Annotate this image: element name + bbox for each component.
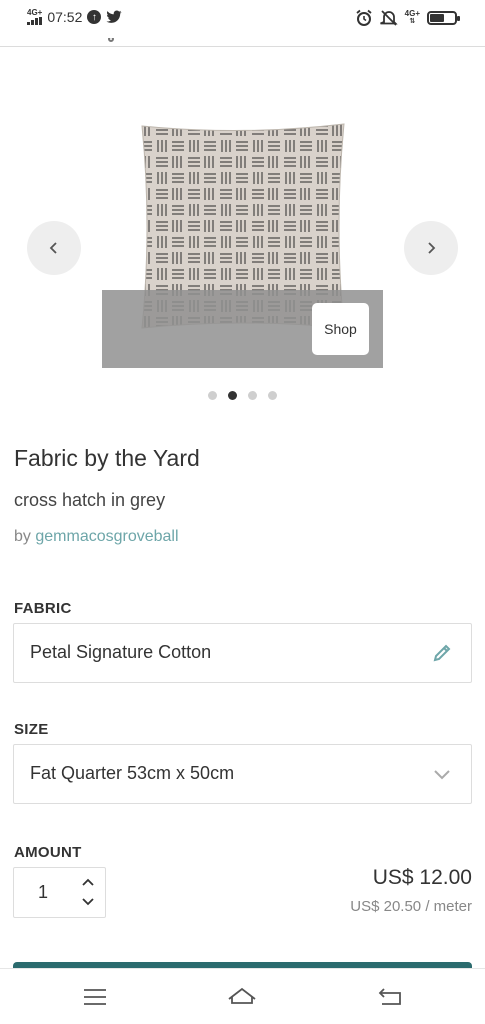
home-icon[interactable] bbox=[227, 983, 257, 1011]
size-label: SIZE bbox=[14, 721, 49, 738]
signal-icon: 4G+ bbox=[27, 9, 42, 25]
back-icon[interactable] bbox=[376, 983, 406, 1011]
size-select[interactable]: Fat Quarter 53cm x 50cm bbox=[13, 744, 472, 804]
upload-icon: ↑ bbox=[87, 10, 102, 24]
right-network-badge: 4G+ bbox=[404, 9, 420, 18]
product-title: Fabric by the Yard bbox=[14, 445, 200, 471]
status-right: 4G+ ⇅ bbox=[355, 9, 460, 27]
pagination-dot[interactable] bbox=[228, 391, 237, 400]
menu-icon[interactable] bbox=[80, 983, 110, 1011]
network-badge: 4G+ bbox=[27, 8, 43, 17]
mute-bell-icon bbox=[379, 10, 398, 26]
status-left: 4G+ 07:52 ↑ bbox=[27, 9, 122, 25]
pagination-dot[interactable] bbox=[268, 391, 277, 400]
size-value: Fat Quarter 53cm x 50cm bbox=[30, 763, 235, 783]
quantity-stepper[interactable]: 1 bbox=[13, 867, 106, 918]
amount-label: AMOUNT bbox=[14, 844, 82, 861]
alarm-icon bbox=[356, 9, 372, 26]
pagination-dot[interactable] bbox=[248, 391, 257, 400]
pencil-icon bbox=[433, 644, 451, 662]
price: US$ 12.00 bbox=[372, 866, 472, 889]
designer-line: by gemmacosgroveball bbox=[14, 528, 179, 546]
quantity-value: 1 bbox=[38, 882, 49, 902]
status-time: 07:52 bbox=[47, 9, 83, 25]
fabric-label: FABRIC bbox=[14, 600, 72, 617]
chevron-left-icon bbox=[49, 242, 57, 254]
chevron-right-icon bbox=[428, 242, 436, 254]
twitter-icon bbox=[106, 10, 122, 23]
chevron-down-icon bbox=[434, 770, 450, 780]
gallery-prev-button[interactable] bbox=[27, 221, 81, 275]
status-bar: 4G+ 07:52 ↑ 4G+ ⇅ bbox=[0, 0, 485, 38]
data-signal-icon: 4G+ ⇅ bbox=[404, 9, 420, 26]
product-gallery[interactable]: Shop bbox=[0, 100, 485, 380]
gallery-next-button[interactable] bbox=[404, 221, 458, 275]
battery-icon bbox=[427, 11, 460, 25]
increment-icon[interactable] bbox=[78, 873, 98, 891]
design-name: cross hatch in grey bbox=[14, 490, 166, 510]
by-label: by bbox=[14, 528, 31, 545]
fabric-selector[interactable]: Petal Signature Cotton bbox=[13, 623, 472, 683]
header-divider bbox=[0, 46, 485, 47]
pagination-dot[interactable] bbox=[208, 391, 217, 400]
designer-link[interactable]: gemmacosgroveball bbox=[35, 528, 178, 545]
header-fragment bbox=[108, 38, 120, 46]
decrement-icon[interactable] bbox=[78, 893, 98, 911]
shop-button[interactable]: Shop bbox=[312, 303, 369, 355]
fabric-value: Petal Signature Cotton bbox=[30, 642, 212, 662]
system-nav-bar bbox=[0, 968, 485, 1024]
gallery-pagination[interactable] bbox=[0, 391, 485, 400]
battery-fill bbox=[430, 14, 445, 22]
unit-price: US$ 20.50 / meter bbox=[350, 898, 472, 915]
